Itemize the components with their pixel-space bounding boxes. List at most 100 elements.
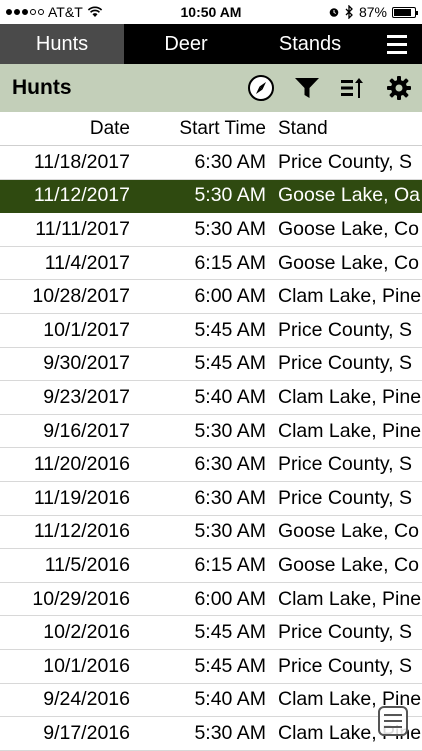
- table-row[interactable]: 11/18/2017 6:30 AM Price County, S: [0, 146, 422, 180]
- tab-deer[interactable]: Deer: [124, 24, 248, 64]
- table-row[interactable]: 11/20/2016 6:30 AM Price County, S: [0, 448, 422, 482]
- hunts-list: 11/18/2017 6:30 AM Price County, S 11/12/20…: [0, 146, 422, 751]
- row-date: 9/24/2016: [43, 688, 130, 711]
- table-row[interactable]: 11/11/2017 5:30 AM Goose Lake, Co: [0, 213, 422, 247]
- row-date: 10/1/2016: [43, 654, 130, 677]
- row-stand: Clam Lake, Pine: [278, 587, 422, 610]
- signal-strength-icon: [6, 9, 44, 15]
- battery-icon: [392, 6, 418, 18]
- row-date: 9/17/2016: [43, 721, 130, 744]
- row-stand: Price County, S: [278, 318, 413, 341]
- row-stand: Price County, S: [278, 486, 413, 509]
- row-stand: Clam Lake, Pine: [278, 285, 422, 308]
- tab-stands-label: Stands: [278, 32, 342, 55]
- compass-button[interactable]: [238, 64, 284, 112]
- row-stand: Price County, S: [278, 654, 413, 677]
- table-row[interactable]: 10/2/2016 5:45 AM Price County, S: [0, 616, 422, 650]
- row-start-time: 5:30 AM: [194, 520, 266, 543]
- row-start-time: 5:30 AM: [194, 419, 266, 442]
- table-row[interactable]: 10/29/2016 6:00 AM Clam Lake, Pine: [0, 582, 422, 617]
- row-date: 11/12/2017: [33, 184, 130, 207]
- filter-icon: [295, 78, 319, 98]
- row-date: 11/11/2017: [35, 217, 130, 240]
- table-row[interactable]: 11/5/2016 6:15 AM Goose Lake, Co: [0, 549, 422, 583]
- table-row[interactable]: 9/24/2016 5:40 AM Clam Lake, Pine: [0, 683, 422, 718]
- column-header-stand[interactable]: Stand: [266, 118, 422, 140]
- row-start-time: 6:15 AM: [194, 251, 266, 274]
- row-date: 11/4/2017: [44, 251, 130, 274]
- column-header-start-time[interactable]: Start Time: [130, 118, 266, 140]
- row-start-time: 5:30 AM: [194, 721, 266, 744]
- row-date: 10/28/2017: [32, 285, 130, 308]
- table-row[interactable]: 11/12/2016 5:30 AM Goose Lake, Co: [0, 515, 422, 550]
- row-start-time: 6:00 AM: [194, 587, 266, 610]
- row-stand: Clam Lake, Pine: [278, 385, 422, 408]
- tab-hunts-label: Hunts: [35, 32, 89, 55]
- row-date: 11/18/2017: [33, 150, 130, 173]
- row-date: 10/2/2016: [43, 621, 130, 644]
- settings-button[interactable]: [376, 64, 422, 112]
- table-row[interactable]: 11/19/2016 6:30 AM Price County, S: [0, 481, 422, 516]
- row-date: 10/29/2016: [32, 587, 130, 610]
- row-date: 9/23/2017: [43, 385, 130, 408]
- row-start-time: 5:30 AM: [194, 184, 266, 207]
- sort-button[interactable]: [330, 64, 376, 112]
- row-stand: Goose Lake, Oa: [278, 184, 421, 207]
- table-header: Date Start Time Stand: [0, 112, 422, 146]
- row-start-time: 5:30 AM: [194, 217, 266, 240]
- alarm-icon: [329, 8, 339, 17]
- battery-percent: 87%: [358, 4, 387, 20]
- row-start-time: 5:45 AM: [194, 621, 266, 644]
- status-bar: AT&T 10:50 AM 87%: [0, 0, 422, 24]
- row-start-time: 6:15 AM: [194, 553, 266, 576]
- row-start-time: 5:45 AM: [194, 318, 266, 341]
- gear-icon: [387, 76, 411, 100]
- table-row[interactable]: 10/1/2017 5:45 AM Price County, S: [0, 313, 422, 348]
- tab-hunts[interactable]: Hunts: [0, 24, 124, 64]
- status-right: 87%: [266, 4, 418, 20]
- table-row[interactable]: 10/1/2016 5:45 AM Price County, S: [0, 649, 422, 684]
- row-date: 11/19/2016: [33, 486, 130, 509]
- menu-button[interactable]: [372, 24, 422, 64]
- row-start-time: 6:30 AM: [194, 486, 266, 509]
- tab-stands[interactable]: Stands: [248, 24, 372, 64]
- row-start-time: 6:00 AM: [194, 285, 266, 308]
- table-row[interactable]: 11/12/2017 5:30 AM Goose Lake, Oa: [0, 179, 422, 214]
- row-stand: Goose Lake, Co: [278, 217, 419, 240]
- wifi-icon: [87, 6, 102, 17]
- carrier-name: AT&T: [48, 4, 83, 20]
- table-row[interactable]: 10/28/2017 6:00 AM Clam Lake, Pine: [0, 280, 422, 314]
- sort-icon: [341, 78, 363, 98]
- row-date: 10/1/2017: [43, 318, 130, 341]
- status-left: AT&T: [6, 4, 156, 20]
- column-header-date[interactable]: Date: [0, 118, 130, 140]
- row-stand: Price County, S: [278, 453, 413, 476]
- row-start-time: 5:45 AM: [194, 654, 266, 677]
- table-row[interactable]: 9/23/2017 5:40 AM Clam Lake, Pine: [0, 381, 422, 415]
- row-stand: Goose Lake, Co: [278, 553, 419, 576]
- row-date: 11/5/2016: [44, 553, 130, 576]
- table-row[interactable]: 9/16/2017 5:30 AM Clam Lake, Pine: [0, 414, 422, 449]
- filter-button[interactable]: [284, 64, 330, 112]
- tab-deer-label: Deer: [164, 32, 208, 55]
- row-date: 9/16/2017: [43, 419, 130, 442]
- row-stand: Price County, S: [278, 150, 413, 173]
- table-row[interactable]: 9/30/2017 5:45 AM Price County, S: [0, 347, 422, 382]
- notes-button[interactable]: [378, 706, 408, 736]
- row-date: 9/30/2017: [43, 352, 130, 375]
- table-row[interactable]: 9/17/2016 5:30 AM Clam Lake, Pine: [0, 717, 422, 751]
- hamburger-icon: [387, 34, 407, 54]
- bluetooth-icon: [345, 5, 353, 19]
- row-stand: Clam Lake, Pine: [278, 419, 422, 442]
- toolbar: Hunts: [0, 64, 422, 112]
- row-start-time: 5:40 AM: [194, 385, 266, 408]
- row-start-time: 6:30 AM: [194, 453, 266, 476]
- row-stand: Price County, S: [278, 621, 413, 644]
- row-start-time: 5:45 AM: [194, 352, 266, 375]
- row-stand: Goose Lake, Co: [278, 520, 419, 543]
- row-start-time: 6:30 AM: [194, 150, 266, 173]
- row-date: 11/20/2016: [33, 453, 130, 476]
- row-date: 11/12/2016: [33, 520, 130, 543]
- row-stand: Goose Lake, Co: [278, 251, 419, 274]
- table-row[interactable]: 11/4/2017 6:15 AM Goose Lake, Co: [0, 246, 422, 281]
